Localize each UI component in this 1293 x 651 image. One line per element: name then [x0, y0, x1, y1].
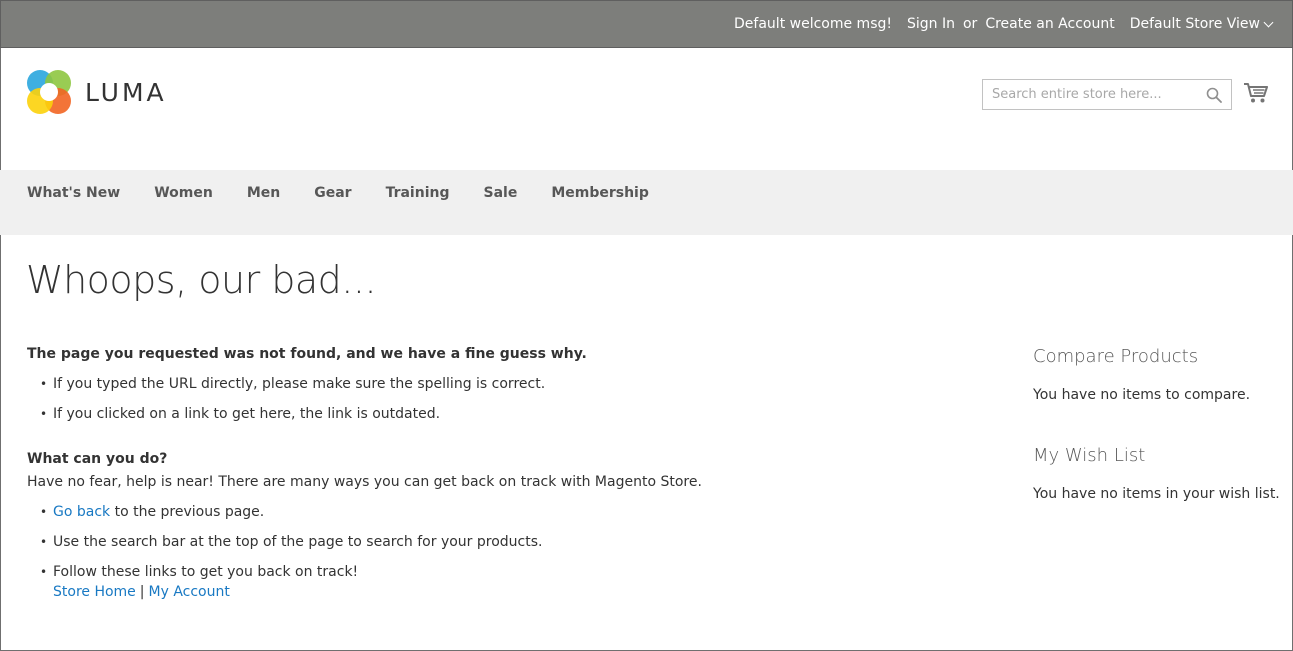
list-item: Follow these links to get you back on tr…: [40, 562, 987, 602]
help-block: What can you do? Have no fear, help is n…: [27, 449, 987, 602]
list-item: Use the search bar at the top of the pag…: [40, 532, 987, 552]
nav-item-gear[interactable]: Gear: [314, 185, 351, 201]
list-item: If you typed the URL directly, please ma…: [40, 374, 987, 394]
chevron-down-icon: [1263, 17, 1274, 27]
main-content: The page you requested was not found, an…: [27, 344, 987, 602]
search-icon[interactable]: [1206, 87, 1222, 103]
store-home-link[interactable]: Store Home: [53, 584, 136, 600]
page-title: Whoops, our bad...: [26, 258, 377, 302]
top-bar-links: Default welcome msg! Sign In or Create a…: [734, 1, 1274, 47]
main-navigation: What's New Women Men Gear Training Sale …: [0, 170, 1293, 235]
nav-item-training[interactable]: Training: [386, 185, 450, 201]
help-intro: Have no fear, help is near! There are ma…: [27, 474, 702, 490]
nav-item-membership[interactable]: Membership: [551, 185, 649, 201]
create-account-link[interactable]: Create an Account: [985, 16, 1114, 32]
reasons-heading: The page you requested was not found, an…: [27, 346, 587, 362]
nav-item-whats-new[interactable]: What's New: [27, 185, 120, 201]
search-input[interactable]: [983, 80, 1193, 109]
not-found-reasons: The page you requested was not found, an…: [27, 344, 987, 424]
nav-item-men[interactable]: Men: [247, 185, 280, 201]
cart-icon[interactable]: [1244, 82, 1268, 104]
list-item: If you clicked on a link to get here, th…: [40, 404, 987, 424]
or-text: or: [962, 16, 978, 32]
link-separator: |: [139, 584, 145, 600]
wish-list-block: My Wish List You have no items in your w…: [1033, 445, 1283, 502]
my-account-link[interactable]: My Account: [149, 584, 230, 600]
logo[interactable]: LUMA: [27, 70, 167, 114]
logo-text: LUMA: [85, 77, 167, 107]
sign-in-link[interactable]: Sign In: [907, 16, 955, 32]
nav-item-sale[interactable]: Sale: [483, 185, 517, 201]
top-bar: Default welcome msg! Sign In or Create a…: [0, 0, 1293, 48]
sidebar: Compare Products You have no items to co…: [1033, 346, 1283, 502]
luma-logo-icon: [27, 70, 71, 114]
wish-list-empty: You have no items in your wish list.: [1033, 486, 1280, 502]
compare-products-block: Compare Products You have no items to co…: [1033, 346, 1283, 403]
go-back-link[interactable]: Go back: [53, 504, 110, 520]
compare-products-title: Compare Products: [1033, 346, 1199, 367]
welcome-message: Default welcome msg!: [734, 16, 892, 32]
store-view-switcher[interactable]: Default Store View: [1129, 16, 1274, 32]
wish-list-title: My Wish List: [1033, 445, 1146, 466]
go-back-text: to the previous page.: [110, 504, 265, 520]
follow-links-text: Follow these links to get you back on tr…: [53, 564, 359, 580]
search-box: [982, 79, 1232, 110]
list-item: Go back to the previous page.: [40, 502, 987, 522]
nav-item-women[interactable]: Women: [154, 185, 213, 201]
help-heading: What can you do?: [27, 451, 168, 467]
compare-products-empty: You have no items to compare.: [1033, 387, 1251, 403]
store-view-label: Default Store View: [1129, 16, 1260, 32]
